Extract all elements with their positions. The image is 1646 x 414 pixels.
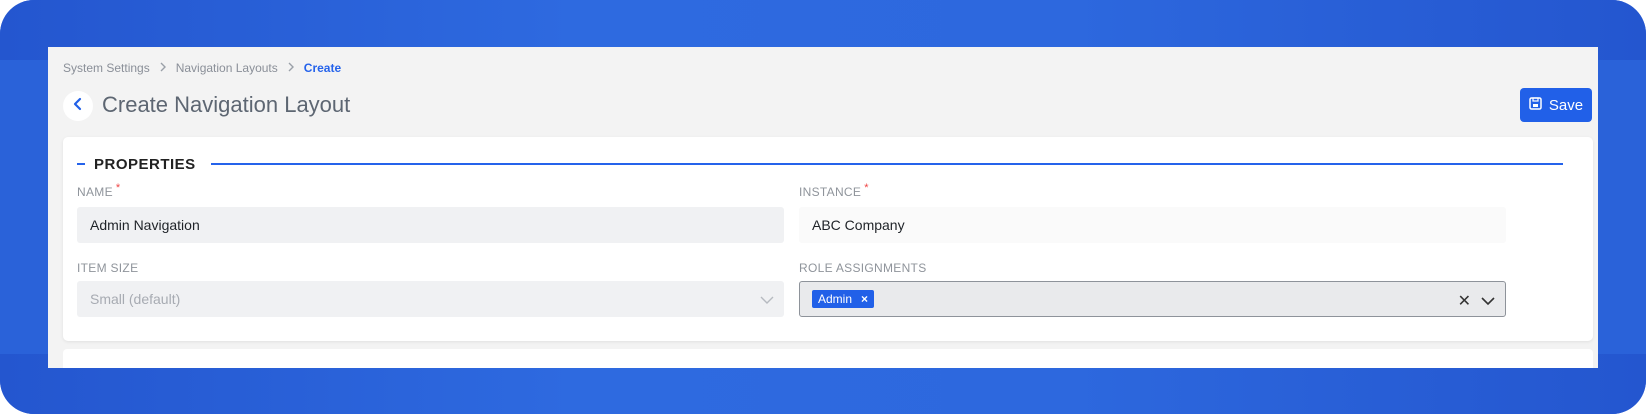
role-tag-label: Admin	[818, 292, 853, 306]
app-frame: System Settings Navigation Layouts Creat…	[0, 0, 1646, 414]
item-size-value: Small (default)	[90, 291, 181, 307]
item-size-label: ITEM SIZE	[77, 261, 138, 275]
save-button-label: Save	[1548, 96, 1584, 114]
chevron-down-icon[interactable]	[1481, 293, 1495, 309]
role-assignments-select[interactable]: Admin × ✕	[799, 281, 1506, 317]
page-title: Create Navigation Layout	[102, 92, 351, 117]
chevron-down-icon	[760, 292, 774, 308]
name-input[interactable]: Admin Navigation	[77, 207, 784, 243]
item-size-label-text: ITEM SIZE	[77, 261, 139, 275]
tag-remove-icon[interactable]: ×	[861, 292, 868, 306]
properties-card: PROPERTIES NAME * Admin Navigation INSTAN…	[63, 137, 1593, 341]
breadcrumb: System Settings Navigation Layouts Creat…	[63, 61, 341, 75]
back-button[interactable]	[63, 91, 93, 121]
role-assignments-label: ROLE ASSIGNMENTS	[799, 261, 927, 275]
instance-field-value: ABC Company	[812, 217, 905, 233]
instance-label: INSTANCE *	[799, 182, 869, 199]
instance-field[interactable]: ABC Company	[799, 207, 1506, 243]
breadcrumb-item-navigation-layouts[interactable]: Navigation Layouts	[176, 61, 278, 75]
next-card	[63, 349, 1593, 368]
save-button[interactable]: Save	[1520, 88, 1592, 122]
app-window: System Settings Navigation Layouts Creat…	[48, 47, 1598, 368]
name-input-value: Admin Navigation	[90, 217, 200, 233]
chevron-right-icon	[287, 61, 295, 75]
name-label-text: NAME	[77, 185, 113, 199]
collapse-icon	[77, 163, 85, 165]
required-marker: *	[115, 182, 121, 194]
section-title: PROPERTIES	[94, 155, 196, 173]
chevron-right-icon	[159, 61, 167, 75]
section-divider	[210, 163, 1563, 165]
save-icon	[1529, 96, 1542, 114]
chevron-left-icon	[72, 97, 84, 116]
role-tag-admin: Admin ×	[812, 290, 875, 308]
breadcrumb-item-system-settings[interactable]: System Settings	[63, 61, 150, 75]
required-marker: *	[864, 182, 869, 194]
instance-label-text: INSTANCE	[799, 185, 862, 199]
section-header[interactable]: PROPERTIES	[77, 155, 1563, 173]
name-label: NAME *	[77, 182, 121, 199]
breadcrumb-current: Create	[303, 61, 342, 75]
role-assignments-label-text: ROLE ASSIGNMENTS	[799, 261, 927, 275]
clear-icon[interactable]: ✕	[1458, 291, 1471, 311]
item-size-select[interactable]: Small (default)	[77, 281, 784, 317]
